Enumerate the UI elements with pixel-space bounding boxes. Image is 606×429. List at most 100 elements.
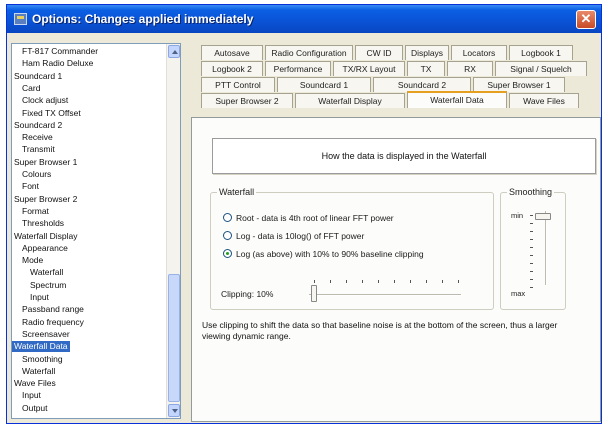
tab-ptt-control[interactable]: PTT Control xyxy=(201,77,275,92)
smoothing-group: Smoothing min max xyxy=(500,187,566,310)
tree-item[interactable]: Output xyxy=(12,403,50,414)
tab-cw-id[interactable]: CW ID xyxy=(355,45,403,60)
slider-tick xyxy=(530,215,533,216)
waterfall-data-panel: How the data is displayed in the Waterfa… xyxy=(191,117,601,422)
tab-displays[interactable]: Displays xyxy=(405,45,449,60)
tree-item[interactable]: Input xyxy=(12,390,43,401)
tree-item[interactable]: Format xyxy=(12,206,51,217)
tab-soundcard-1[interactable]: Soundcard 1 xyxy=(277,77,371,92)
smoothing-slider-thumb[interactable] xyxy=(535,213,551,220)
tree-item[interactable]: Clock adjust xyxy=(12,95,70,106)
slider-tick xyxy=(378,280,379,283)
slider-tick xyxy=(530,231,533,232)
slider-tick xyxy=(410,280,411,283)
radio-root[interactable]: Root - data is 4th root of linear FFT po… xyxy=(223,211,394,225)
clipping-slider-thumb[interactable] xyxy=(311,285,317,302)
tree-item[interactable]: Receive xyxy=(12,132,55,143)
tree-item[interactable]: Spectrum xyxy=(12,280,68,291)
radio-log[interactable]: Log - data is 10log() of FFT power xyxy=(223,229,364,243)
radio-label-log-clipping: Log (as above) with 10% to 90% baseline … xyxy=(236,249,424,259)
clipping-label: Clipping: 10% xyxy=(221,289,273,299)
slider-tick xyxy=(394,280,395,283)
tab-tx-rx-layout[interactable]: TX/RX Layout xyxy=(333,61,405,76)
slider-tick xyxy=(530,279,533,280)
tree-scrollbar[interactable] xyxy=(166,44,180,418)
tree-item[interactable]: Thresholds xyxy=(12,218,66,229)
radio-log-clipping[interactable]: Log (as above) with 10% to 90% baseline … xyxy=(223,247,424,261)
clipping-note: Use clipping to shift the data so that b… xyxy=(202,320,558,341)
tab-performance[interactable]: Performance xyxy=(265,61,331,76)
close-button[interactable]: ✕ xyxy=(576,10,596,29)
tree-item[interactable]: Appearance xyxy=(12,243,70,254)
tree-item[interactable]: Waterfall xyxy=(12,366,57,377)
slider-tick xyxy=(426,280,427,283)
tree-item[interactable]: Smoothing xyxy=(12,354,65,365)
radio-button[interactable] xyxy=(223,249,232,258)
waterfall-group: Waterfall Root - data is 4th root of lin… xyxy=(210,187,494,310)
smoothing-min-label: min xyxy=(511,211,524,220)
tab-signal-squelch[interactable]: Signal / Squelch xyxy=(495,61,587,76)
tab-soundcard-2[interactable]: Soundcard 2 xyxy=(373,77,471,92)
info-button[interactable]: How the data is displayed in the Waterfa… xyxy=(212,138,596,174)
tree-item[interactable]: Soundcard 2 xyxy=(12,120,64,131)
scroll-up-button[interactable] xyxy=(168,45,180,58)
tab-tx[interactable]: TX xyxy=(407,61,445,76)
tab-locators[interactable]: Locators xyxy=(451,45,507,60)
slider-tick xyxy=(530,263,533,264)
tab-logbook-1[interactable]: Logbook 1 xyxy=(509,45,573,60)
tree-item[interactable]: Ham Radio Deluxe xyxy=(12,58,95,69)
tree-item[interactable]: Fixed TX Offset xyxy=(12,108,83,119)
scroll-thumb[interactable] xyxy=(168,274,180,402)
tree-item[interactable]: Radio frequency xyxy=(12,317,86,328)
tree-item[interactable]: Font xyxy=(12,181,41,192)
slider-tick xyxy=(362,280,363,283)
clipping-value: 10% xyxy=(256,289,274,299)
clipping-label-text: Clipping: xyxy=(221,289,255,299)
tree-item[interactable]: Passband range xyxy=(12,304,86,315)
app-icon xyxy=(14,13,27,25)
slider-tick xyxy=(530,239,533,240)
tab-autosave[interactable]: Autosave xyxy=(201,45,263,60)
slider-tick xyxy=(530,255,533,256)
tab-super-browser-1[interactable]: Super Browser 1 xyxy=(473,77,565,92)
options-window: Options: Changes applied immediately ✕ O… xyxy=(6,4,602,424)
smoothing-slider-track[interactable] xyxy=(545,211,547,285)
options-tree[interactable]: Output Input Wave Files Waterfall Smoothing W… xyxy=(11,43,181,419)
smoothing-max-label: max xyxy=(511,289,526,298)
scroll-down-button[interactable] xyxy=(168,404,180,417)
tree-item[interactable]: Wave Files xyxy=(12,378,58,389)
tab-radio-configuration[interactable]: Radio Configuration xyxy=(265,45,353,60)
tree-item[interactable]: Super Browser 2 xyxy=(12,194,79,205)
slider-tick xyxy=(314,280,315,283)
tree-item[interactable]: Super Browser 1 xyxy=(12,157,79,168)
tab-logbook-2[interactable]: Logbook 2 xyxy=(201,61,263,76)
tree-item[interactable]: Transmit xyxy=(12,144,57,155)
tree-item[interactable]: Waterfall xyxy=(12,267,65,278)
tree-item[interactable]: Input xyxy=(12,292,51,303)
waterfall-group-label: Waterfall xyxy=(217,187,257,197)
tab-super-browser-2[interactable]: Super Browser 2 xyxy=(201,93,293,108)
tab-waterfall-display[interactable]: Waterfall Display xyxy=(295,93,405,108)
tree-item[interactable]: FT-817 Commander xyxy=(12,46,100,57)
tree-item[interactable]: Soundcard 1 xyxy=(12,71,64,82)
clipping-slider-track[interactable] xyxy=(309,294,461,296)
slider-tick xyxy=(530,271,533,272)
tab-rx[interactable]: RX xyxy=(447,61,493,76)
radio-button[interactable] xyxy=(223,213,232,222)
tree-item[interactable]: Waterfall Display xyxy=(12,231,79,242)
close-icon: ✕ xyxy=(580,11,592,26)
slider-tick xyxy=(530,287,533,288)
tab-waterfall-data[interactable]: Waterfall Data xyxy=(407,91,507,108)
slider-tick xyxy=(458,280,459,283)
smoothing-group-label: Smoothing xyxy=(507,187,555,197)
tree-item[interactable]: Screensaver xyxy=(12,329,72,340)
slider-tick xyxy=(346,280,347,283)
radio-button[interactable] xyxy=(223,231,232,240)
radio-label-log: Log - data is 10log() of FFT power xyxy=(236,231,365,241)
tree-item[interactable]: Waterfall Data xyxy=(12,341,70,353)
tree-item[interactable]: Mode xyxy=(12,255,45,266)
title-bar[interactable]: Options: Changes applied immediately ✕ xyxy=(7,5,601,33)
tree-item[interactable]: Colours xyxy=(12,169,53,180)
tree-item[interactable]: Card xyxy=(12,83,42,94)
tab-wave-files[interactable]: Wave Files xyxy=(509,93,579,108)
